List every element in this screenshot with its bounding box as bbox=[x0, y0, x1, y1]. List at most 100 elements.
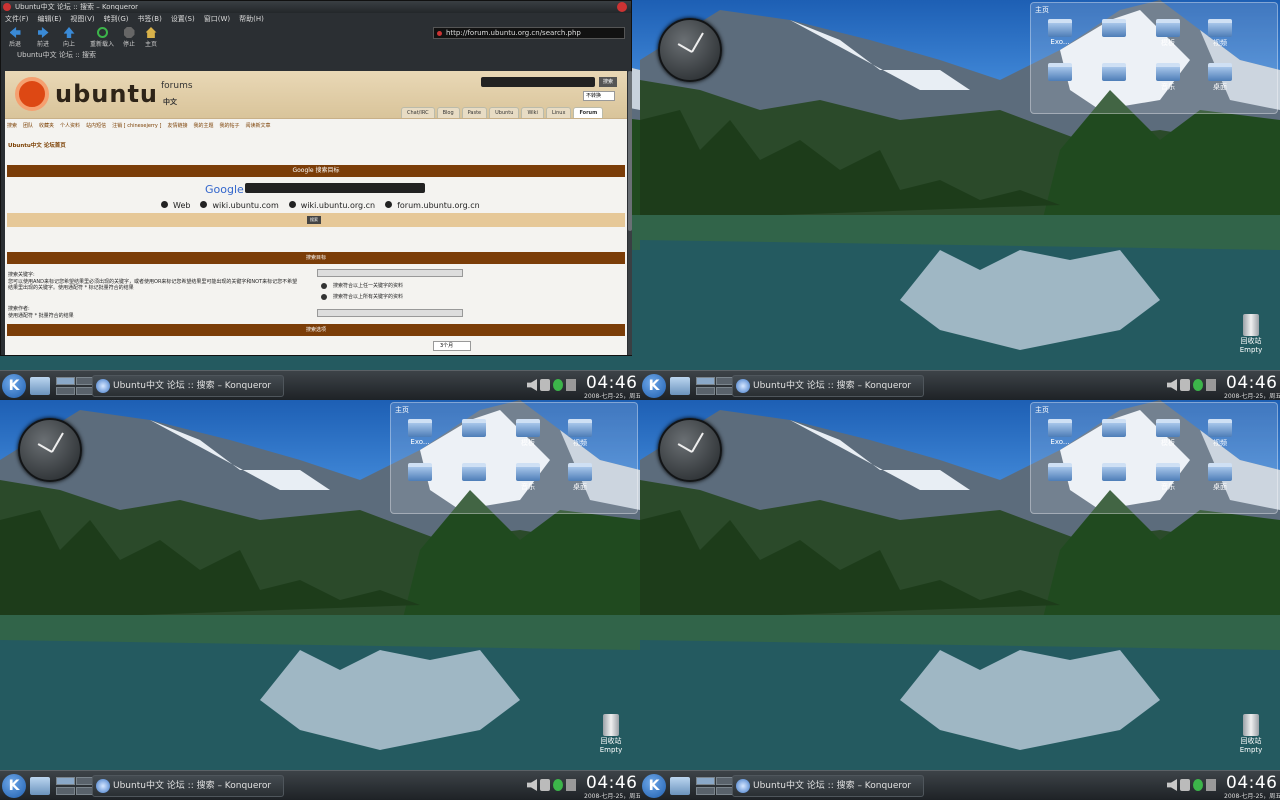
folder-view-widget[interactable]: 主页 Exo... 模板 视频 音乐 桌面 bbox=[390, 402, 638, 514]
folder-icon[interactable] bbox=[1099, 463, 1129, 482]
network-icon[interactable] bbox=[553, 779, 563, 791]
task-konqueror[interactable]: Ubuntu中文 论坛 :: 搜索 – Konqueror bbox=[732, 375, 924, 397]
analog-clock-widget[interactable] bbox=[658, 18, 722, 82]
folder-icon[interactable]: 桌面 bbox=[1205, 463, 1235, 492]
volume-icon[interactable] bbox=[527, 779, 537, 791]
folder-icon[interactable] bbox=[405, 463, 435, 482]
folder-icon[interactable]: 音乐 bbox=[1153, 63, 1183, 92]
volume-icon[interactable] bbox=[1167, 779, 1177, 791]
link-logout[interactable]: 注销 [ chinesejerry ] bbox=[112, 121, 161, 131]
tab-wiki[interactable]: Wiki bbox=[521, 107, 544, 118]
window-menu-icon[interactable] bbox=[3, 3, 11, 11]
tab-linux[interactable]: Linux bbox=[545, 107, 572, 118]
link-search[interactable]: 搜索 bbox=[7, 121, 17, 131]
folder-icon[interactable]: 桌面 bbox=[1205, 63, 1235, 92]
folder-icon[interactable]: 视频 bbox=[1205, 419, 1235, 448]
radio-any-keyword[interactable]: 搜索符合以上任一关键字的资料 bbox=[321, 282, 403, 289]
stop-button[interactable]: 停止 bbox=[119, 27, 139, 48]
author-input[interactable] bbox=[317, 309, 463, 317]
folder-view-widget[interactable]: 主页 Exo... 模板 视频 音乐 桌面 bbox=[1030, 2, 1278, 114]
menu-file[interactable]: 文件(F) bbox=[5, 13, 29, 25]
radio-all-keywords[interactable]: 搜索符合以上所有关键字的资料 bbox=[321, 293, 403, 300]
volume-icon[interactable] bbox=[1167, 379, 1177, 391]
folder-icon[interactable] bbox=[1099, 19, 1129, 38]
tab-forum[interactable]: Forum bbox=[573, 107, 604, 118]
time-range-select[interactable]: 3个月 bbox=[433, 341, 471, 351]
folder-icon[interactable]: 模板 bbox=[1153, 419, 1183, 448]
kde-menu-button[interactable]: K bbox=[642, 774, 666, 798]
klipper-icon[interactable] bbox=[1180, 379, 1190, 391]
conversion-select[interactable]: 不转换 bbox=[583, 91, 615, 101]
device-notifier-icon[interactable] bbox=[1206, 779, 1216, 791]
volume-icon[interactable] bbox=[527, 379, 537, 391]
up-button[interactable]: 向上 bbox=[59, 27, 79, 48]
radio-web[interactable]: Web bbox=[161, 201, 190, 210]
link-favorites[interactable]: 收藏夹 bbox=[39, 121, 54, 131]
vertical-scrollbar[interactable] bbox=[628, 71, 632, 355]
link-profile[interactable]: 个人资料 bbox=[60, 121, 80, 131]
back-button[interactable]: 后退 bbox=[5, 27, 25, 48]
folder-icon[interactable]: 音乐 bbox=[513, 463, 543, 492]
kde-menu-button[interactable]: K bbox=[642, 374, 666, 398]
kde-menu-button[interactable]: K bbox=[2, 774, 26, 798]
site-search-input[interactable] bbox=[481, 77, 595, 87]
folder-icon[interactable]: Exo... bbox=[1045, 19, 1075, 46]
trash-icon[interactable]: 回收站 Empty bbox=[1236, 714, 1266, 754]
desktop-pager[interactable] bbox=[696, 777, 736, 795]
folder-icon[interactable]: 桌面 bbox=[565, 463, 595, 492]
device-notifier-icon[interactable] bbox=[1206, 379, 1216, 391]
trash-icon[interactable]: 回收站 Empty bbox=[1236, 314, 1266, 354]
home-button[interactable]: 主页 bbox=[141, 27, 161, 48]
analog-clock-widget[interactable] bbox=[658, 418, 722, 482]
link-messages[interactable]: 站内短信 bbox=[86, 121, 106, 131]
folder-icon[interactable]: 模板 bbox=[1153, 19, 1183, 48]
show-desktop-icon[interactable] bbox=[30, 777, 50, 795]
klipper-icon[interactable] bbox=[1180, 779, 1190, 791]
close-icon[interactable] bbox=[617, 2, 627, 12]
google-search-button[interactable]: 搜索 bbox=[307, 216, 321, 224]
keyword-input[interactable] bbox=[317, 269, 463, 277]
network-icon[interactable] bbox=[1193, 779, 1203, 791]
folder-icon[interactable] bbox=[459, 419, 489, 438]
link-friends[interactable]: 友情链接 bbox=[167, 121, 187, 131]
folder-icon[interactable] bbox=[1099, 63, 1129, 82]
desktop-pager[interactable] bbox=[56, 377, 96, 395]
folder-icon[interactable]: Exo... bbox=[1045, 419, 1075, 446]
folder-icon[interactable]: Exo... bbox=[405, 419, 435, 446]
folder-icon[interactable] bbox=[459, 463, 489, 482]
site-search-button[interactable]: 搜索 bbox=[599, 77, 617, 87]
page-tab[interactable]: Ubuntu中文 论坛 :: 搜索 bbox=[17, 51, 96, 59]
digital-clock[interactable]: 04:46 bbox=[1226, 773, 1278, 793]
link-my-posts[interactable]: 我的帖子 bbox=[219, 121, 239, 131]
task-konqueror[interactable]: Ubuntu中文 论坛 :: 搜索 – Konqueror bbox=[732, 775, 924, 797]
folder-icon[interactable]: 音乐 bbox=[1153, 463, 1183, 492]
tab-paste[interactable]: Paste bbox=[461, 107, 488, 118]
menu-bookmarks[interactable]: 书签(B) bbox=[138, 13, 162, 25]
google-search-input[interactable] bbox=[245, 183, 425, 193]
menu-window[interactable]: 窗口(W) bbox=[204, 13, 230, 25]
folder-view-widget[interactable]: 主页 Exo... 模板 视频 音乐 桌面 bbox=[1030, 402, 1278, 514]
network-icon[interactable] bbox=[1193, 379, 1203, 391]
menu-view[interactable]: 视图(V) bbox=[70, 13, 94, 25]
task-konqueror[interactable]: Ubuntu中文 论坛 :: 搜索 – Konqueror bbox=[92, 375, 284, 397]
desktop-pager[interactable] bbox=[56, 777, 96, 795]
folder-icon[interactable]: 视频 bbox=[565, 419, 595, 448]
window-titlebar[interactable]: Ubuntu中文 论坛 :: 搜索 – Konqueror bbox=[1, 1, 631, 13]
digital-clock[interactable]: 04:46 bbox=[586, 773, 638, 793]
show-desktop-icon[interactable] bbox=[30, 377, 50, 395]
folder-icon[interactable] bbox=[1045, 463, 1075, 482]
analog-clock-widget[interactable] bbox=[18, 418, 82, 482]
tab-blog[interactable]: Blog bbox=[436, 107, 460, 118]
digital-clock[interactable]: 04:46 bbox=[586, 373, 638, 393]
link-team[interactable]: 团队 bbox=[23, 121, 33, 131]
location-bar[interactable]: http://forum.ubuntu.org.cn/search.php bbox=[433, 27, 625, 39]
breadcrumb[interactable]: Ubuntu中文 论坛首页 bbox=[8, 141, 627, 149]
radio-forum[interactable]: forum.ubuntu.org.cn bbox=[385, 201, 480, 210]
klipper-icon[interactable] bbox=[540, 379, 550, 391]
folder-icon[interactable]: 视频 bbox=[1205, 19, 1235, 48]
folder-icon[interactable]: 模板 bbox=[513, 419, 543, 448]
task-konqueror[interactable]: Ubuntu中文 论坛 :: 搜索 – Konqueror bbox=[92, 775, 284, 797]
device-notifier-icon[interactable] bbox=[566, 779, 576, 791]
show-desktop-icon[interactable] bbox=[670, 377, 690, 395]
menu-edit[interactable]: 编辑(E) bbox=[38, 13, 62, 25]
